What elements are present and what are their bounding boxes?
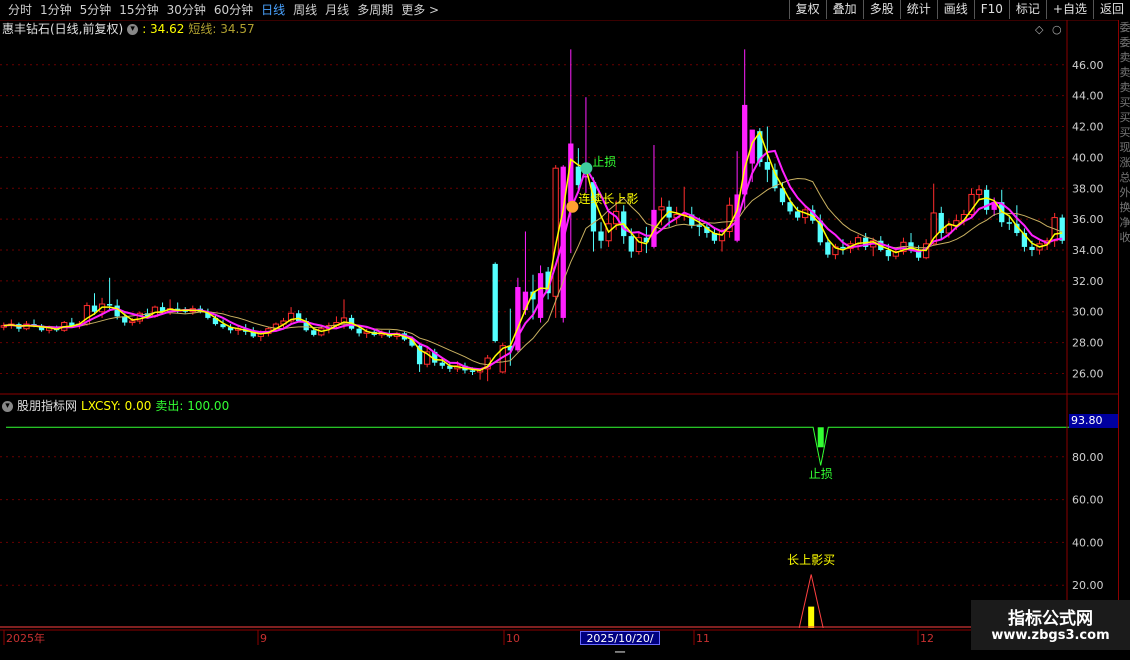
candle-body	[469, 370, 476, 372]
right-edge-label: 委	[1119, 36, 1130, 49]
right-edge-label: 净	[1119, 216, 1130, 229]
candle-body	[492, 263, 498, 342]
candle-body	[91, 305, 98, 312]
circle-icon: ○	[1052, 23, 1062, 36]
candle-body	[658, 206, 665, 211]
price-tick-label: 28.00	[1072, 337, 1104, 350]
price-tick-label: 32.00	[1072, 275, 1104, 288]
chevron-down-icon[interactable]: ▾	[2, 400, 13, 412]
date-label: 10	[506, 632, 520, 645]
candle-body	[311, 330, 317, 335]
chevron-down-icon[interactable]: ▾	[127, 23, 139, 35]
candle-body	[552, 167, 559, 297]
right-edge-label: 收	[1119, 231, 1130, 244]
right-edge-label: 涨	[1119, 156, 1130, 169]
candle-body	[628, 236, 634, 252]
chart-area[interactable]: 止损连续长上影 止损长上影买 46.0044.0042.0040.0038.00…	[0, 0, 1130, 650]
price-tick-label: 26.00	[1072, 367, 1104, 380]
indicator-tick-label: 80.00	[1072, 451, 1104, 464]
candle-body	[825, 242, 831, 255]
candle-body	[129, 320, 136, 324]
price-value: : 34.62	[142, 22, 185, 36]
right-edge-label: 买	[1119, 126, 1130, 139]
date-label: 12	[920, 632, 934, 645]
candle-body	[885, 250, 891, 257]
candle-body	[537, 273, 544, 318]
indicator-title-row: ▾ 股朋指标网 LXCSY: 0.00 卖出: 100.00	[2, 398, 229, 414]
candle-body	[975, 189, 983, 195]
long-shadow-annotation: 连续长上影	[578, 191, 638, 206]
chart-title-row: 惠丰钻石(日线,前复权) ▾ : 34.62 短线: 34.57	[2, 21, 255, 37]
right-edge-label: 卖	[1119, 51, 1130, 64]
price-tick-label: 42.00	[1072, 121, 1104, 134]
price-tick-label: 40.00	[1072, 151, 1104, 164]
indicator-sell-bar	[817, 427, 824, 448]
indicator-tick-label: 60.00	[1072, 494, 1104, 507]
short-line-value: 短线: 34.57	[188, 22, 255, 36]
price-tick-label: 34.00	[1072, 244, 1104, 257]
right-edge-label: 总	[1119, 171, 1130, 184]
right-edge-label: 现	[1119, 141, 1130, 154]
right-edge-label: 外	[1119, 186, 1130, 199]
date-label: 2025年	[6, 631, 45, 645]
price-tick-label: 36.00	[1072, 213, 1104, 226]
candle-body	[1029, 246, 1035, 250]
indicator-current-value: 93.80	[1069, 414, 1120, 428]
right-edge-label: 卖	[1119, 66, 1130, 79]
watermark-url: www.zbgs3.com	[991, 628, 1110, 643]
candle-body	[522, 291, 529, 311]
candle-body	[764, 162, 771, 170]
buy-signal-bar	[808, 606, 815, 628]
sell-value: 卖出: 100.00	[155, 399, 230, 413]
right-edge-label: 买	[1119, 96, 1130, 109]
price-tick-label: 46.00	[1072, 59, 1104, 72]
stop-loss-annotation: 止损	[592, 155, 616, 169]
date-label: 9	[260, 632, 267, 645]
price-tick-label: 30.00	[1072, 306, 1104, 319]
watermark: 指标公式网 www.zbgs3.com	[971, 600, 1130, 650]
indicator-stop-label: 止损	[809, 467, 833, 481]
candle-body	[840, 246, 846, 249]
candle-body	[356, 328, 362, 334]
candle-body	[1006, 222, 1012, 224]
candle-body	[794, 211, 801, 218]
candle-body	[106, 304, 113, 306]
long-shadow-icon	[566, 200, 579, 213]
diamond-icon: ◇	[1035, 23, 1044, 36]
right-edge-label: 卖	[1119, 81, 1130, 94]
stop-loss-icon	[580, 162, 593, 175]
ma-mid-line	[3, 149, 1063, 371]
stock-name[interactable]: 惠丰钻石(日线,前复权)	[2, 21, 123, 37]
candle-body	[696, 225, 702, 227]
indicator-tick-label: 20.00	[1072, 579, 1104, 592]
right-edge-label: 买	[1119, 111, 1130, 124]
candle-body	[439, 362, 445, 366]
price-tick-label: 38.00	[1072, 182, 1104, 195]
ma-long-line	[3, 177, 1063, 366]
lxcsy-value: LXCSY: 0.00	[81, 399, 152, 413]
candle-body	[1059, 217, 1065, 241]
date-label: 11	[696, 632, 710, 645]
buy-signal-label: 长上影买	[787, 553, 835, 567]
right-edge-label: 换	[1119, 201, 1130, 214]
indicator-name[interactable]: 股朋指标网	[17, 398, 77, 414]
watermark-title: 指标公式网	[1008, 609, 1093, 629]
right-info-panel[interactable]: 委委卖卖卖买买买现涨总外换净收	[1118, 20, 1130, 630]
indicator-tick-label: 40.00	[1072, 536, 1104, 549]
right-edge-label: 委	[1119, 21, 1130, 34]
candle-body	[598, 231, 604, 241]
indicator-line	[6, 426, 1072, 466]
cursor-date: 2025/10/20/一	[580, 631, 660, 659]
price-tick-label: 44.00	[1072, 90, 1104, 103]
